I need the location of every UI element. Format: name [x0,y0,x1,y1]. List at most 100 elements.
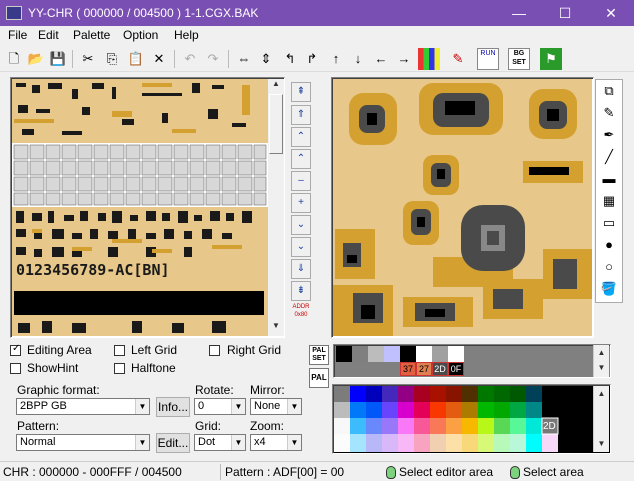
graphic-format-select[interactable]: 2BPP GB ▼ [16,398,150,415]
menu-help[interactable]: Help [174,28,199,42]
run-icon[interactable]: RUN [477,48,499,70]
shift-right-icon[interactable]: → [393,48,415,70]
nav-row-up-button[interactable]: ⌃ [291,149,311,169]
pixel-editor-canvas[interactable] [333,79,592,336]
pen-icon[interactable]: ✒ [597,124,621,146]
pal-button[interactable]: PAL [309,368,329,388]
scroll-up-icon[interactable]: ▲ [594,345,609,360]
pattern-edit-button[interactable]: Edit... [156,433,190,453]
circle-icon[interactable]: ○ [597,256,621,278]
zoom-select[interactable]: x4 ▼ [250,434,302,451]
palette-set-scrollbar[interactable]: ▲ ▼ [593,345,609,377]
right-grid-checkbox[interactable] [209,345,220,356]
tile-view-canvas[interactable]: 0123456789-AC[BN] [12,79,268,336]
nav-minus-button[interactable]: – [291,171,311,191]
line-icon[interactable]: ╱ [597,146,621,168]
minimize-button[interactable]: — [496,0,542,26]
palette-chip[interactable] [352,346,368,362]
select-copy-icon[interactable]: ⧉ [597,80,621,102]
rotate-left-icon[interactable]: ↰ [279,48,301,70]
flip-horizontal-icon[interactable]: ⇔ [233,48,255,70]
color-grid-scrollbar[interactable]: ▲ ▼ [593,386,609,452]
palette-chip[interactable] [368,346,384,362]
menu-edit[interactable]: Edit [38,28,59,42]
rotate-right-icon[interactable]: ↱ [301,48,323,70]
copy-icon[interactable]: ⎘ [101,48,123,70]
grid-label: Grid: [195,419,222,433]
rotate-select[interactable]: 0 ▼ [194,398,246,415]
close-button[interactable]: ✕ [588,0,634,26]
menu-palette[interactable]: Palette [73,28,110,42]
palette-chip[interactable] [400,346,416,362]
nav-plus-button[interactable]: + [291,193,311,213]
palette-chip[interactable] [416,346,432,362]
editor-graphics [333,79,592,336]
nav-row-down-button[interactable]: ⌄ [291,215,311,235]
toolbar: 🗋 📂 💾 ✂ ⎘ 📋 ✕ ↶ ↷ ⇔ ⇕ ↰ ↱ ↑ ↓ ← → ✎ RUN … [0,46,634,72]
run-label: RUN [480,50,496,57]
palette-chip[interactable] [336,346,352,362]
bg-set-label: BG SET [512,50,526,66]
rect-icon[interactable]: ▭ [597,212,621,234]
exit-icon[interactable]: ⚑ [540,48,562,70]
cut-icon[interactable]: ✂ [77,48,99,70]
new-file-icon[interactable]: 🗋 [3,48,25,70]
fill-bucket-icon[interactable]: 🪣 [597,278,621,300]
flip-vertical-icon[interactable]: ⇕ [255,48,277,70]
left-grid-checkbox[interactable] [114,345,125,356]
menu-file[interactable]: File [8,28,27,42]
palette-chip[interactable] [432,346,448,362]
nav-row-down-fast-button[interactable]: ⌄ [291,237,311,257]
bg-set-icon[interactable]: BG SET [508,48,530,70]
nav-first-page-button[interactable]: ⇞ [291,82,311,102]
shift-left-icon[interactable]: ← [370,48,392,70]
pattern-fill-icon[interactable]: ▦ [597,190,621,212]
palette-tag-37[interactable]: 37 [400,362,416,376]
show-hint-checkbox[interactable] [10,363,21,374]
palette-tag-0f[interactable]: 0F [448,362,464,376]
palette-icon[interactable] [418,48,440,70]
halftone-checkbox[interactable] [114,363,125,374]
scroll-thumb[interactable] [269,94,283,154]
undo-icon[interactable]: ↶ [179,48,201,70]
palette-tag-2d[interactable]: 2D [432,362,448,376]
open-folder-icon[interactable]: 📂 [25,48,47,70]
palette-tag-27[interactable]: 27 [416,362,432,376]
nav-page-up-button[interactable]: ⇑ [291,105,311,125]
redo-icon[interactable]: ↷ [202,48,224,70]
palette-chip[interactable] [384,346,400,362]
addr-label: ADDR [292,304,310,310]
nav-last-page-button[interactable]: ⇟ [291,281,311,301]
editing-area-checkbox[interactable]: ✓ [10,343,21,356]
paste-icon[interactable]: 📋 [125,48,147,70]
menu-option[interactable]: Option [123,28,158,42]
delete-icon[interactable]: ✕ [148,48,170,70]
pencil-icon[interactable]: ✎ [597,102,621,124]
pal-set-button[interactable]: PAL SET [309,345,329,365]
scroll-up-icon[interactable]: ▲ [594,386,609,402]
shift-down-icon[interactable]: ↓ [347,48,369,70]
scroll-up-icon[interactable]: ▲ [268,79,284,93]
zoom-label: Zoom: [250,419,285,433]
scroll-down-icon[interactable]: ▼ [594,360,609,375]
edit-icon[interactable]: ✎ [447,48,469,70]
nav-row-up-fast-button[interactable]: ⌃ [291,127,311,147]
filled-rect-icon[interactable]: ▬ [597,168,621,190]
show-hint-label: ShowHint [27,361,79,375]
filled-circle-icon[interactable]: ● [597,234,621,256]
pattern-select[interactable]: Normal ▼ [16,434,150,451]
left-grid-label: Left Grid [131,343,178,357]
scroll-down-icon[interactable]: ▼ [594,436,609,452]
shift-up-icon[interactable]: ↑ [325,48,347,70]
info-button[interactable]: Info... [156,397,190,417]
mirror-select[interactable]: None ▼ [250,398,302,415]
grid-select[interactable]: Dot ▼ [194,434,246,451]
scroll-down-icon[interactable]: ▼ [268,321,284,335]
maximize-button[interactable]: ☐ [542,0,588,26]
save-icon[interactable]: 💾 [47,48,69,70]
nav-page-down-button[interactable]: ⇓ [291,259,311,279]
palette-chip[interactable] [448,346,464,362]
color-grid[interactable]: 2D [334,386,590,452]
tile-view-scrollbar[interactable]: ▲ ▼ [268,79,284,336]
status-divider [220,464,221,480]
